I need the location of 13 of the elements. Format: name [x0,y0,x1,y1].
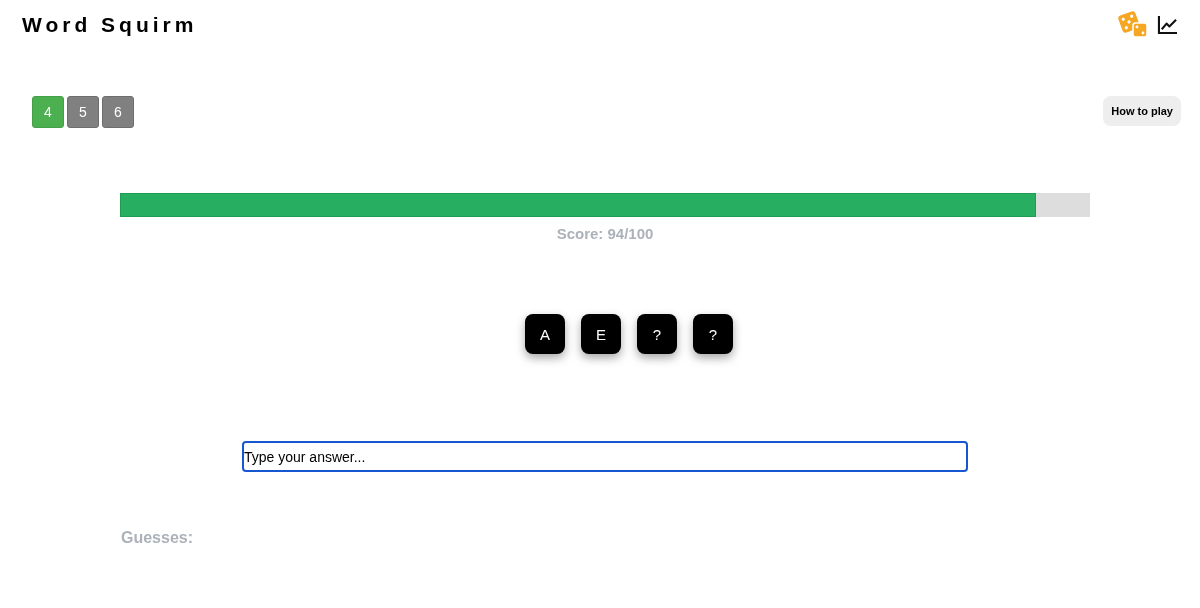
score-text: Score: 94/100 [555,225,655,243]
app-title: Word Squirm [22,13,198,37]
letter-tile: E [581,314,621,354]
letter-tile: ? [637,314,677,354]
word-length-tab[interactable]: 5 [67,96,99,128]
letter-tile: ? [693,314,733,354]
line-chart-icon[interactable] [1157,14,1178,34]
word-length-tab[interactable]: 6 [102,96,134,128]
letter-tile: A [525,314,565,354]
answer-input-field[interactable]: Type your answer... [242,441,968,472]
guesses-label: Guesses: [121,528,195,547]
how-to-play-button[interactable]: How to play [1103,96,1181,126]
word-length-tab[interactable]: 4 [32,96,64,128]
